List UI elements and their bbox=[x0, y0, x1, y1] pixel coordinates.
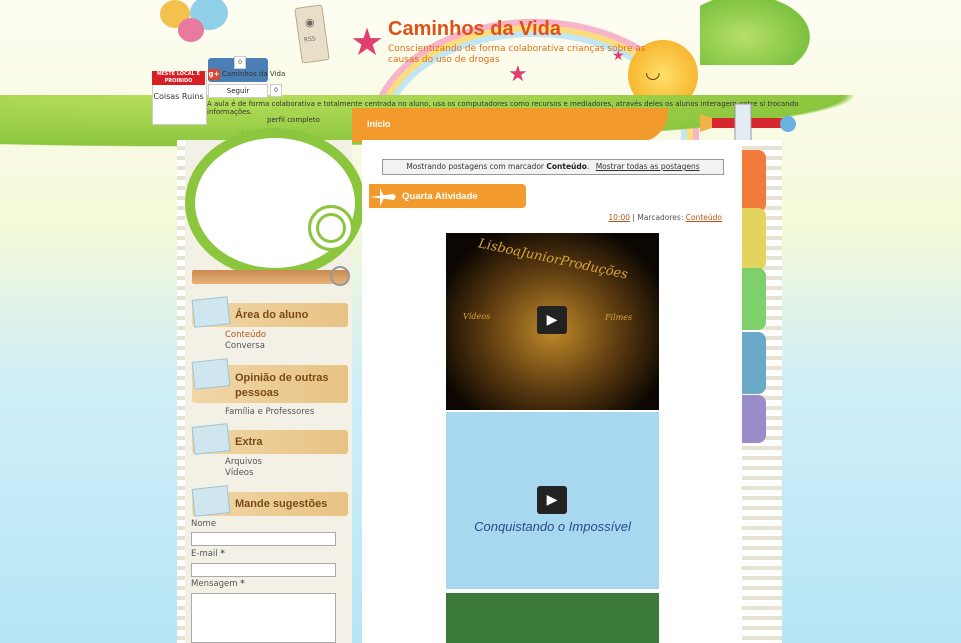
post-meta: 10:00 | Marcadores: Conteúdo bbox=[560, 213, 722, 222]
video-embed[interactable] bbox=[446, 593, 659, 643]
side-tab-purple[interactable] bbox=[742, 395, 766, 443]
post-labels-prefix: | Marcadores: bbox=[632, 213, 684, 222]
required-mark: * bbox=[220, 549, 225, 559]
gplus-icon[interactable]: g+ bbox=[208, 69, 220, 80]
video-title-text: Conquistando o Impossível bbox=[474, 519, 631, 534]
widget-title: Extra bbox=[235, 436, 263, 448]
nav-home-link[interactable]: Início bbox=[367, 119, 391, 129]
balloon-icon bbox=[178, 18, 204, 42]
magnifier-icon bbox=[330, 266, 350, 286]
email-label-text: E-mail bbox=[191, 549, 218, 559]
message-field[interactable] bbox=[191, 593, 336, 643]
map-icon bbox=[191, 485, 231, 517]
message-prefix: Mostrando postagens com marcador bbox=[406, 162, 544, 171]
gplus-page-name[interactable]: Caminhos da Vida bbox=[222, 70, 285, 78]
rss-icon: ◉ bbox=[305, 16, 315, 29]
welcome-frame bbox=[185, 128, 365, 278]
profile-link[interactable]: perfil completo bbox=[267, 116, 320, 124]
post-label-link[interactable]: Conteúdo bbox=[686, 213, 722, 222]
map-icon bbox=[191, 296, 231, 328]
badge-text: Coisas Ruins bbox=[153, 92, 204, 101]
nav-bar bbox=[352, 108, 668, 142]
follow-count: 0 bbox=[270, 84, 282, 97]
sidebar-link-arquivos[interactable]: Arquivos bbox=[225, 457, 262, 467]
widget-title: Mande sugestões bbox=[235, 498, 328, 510]
side-tab-orange[interactable] bbox=[742, 150, 766, 212]
gplus-count-top: 0 bbox=[234, 56, 246, 69]
leaf-decoration bbox=[700, 0, 810, 65]
label-filter-message: Mostrando postagens com marcador Conteúd… bbox=[382, 159, 724, 175]
pencil-divider bbox=[192, 270, 348, 284]
widget-title: Área do aluno bbox=[235, 309, 309, 321]
badge-heading: NESTE LOCAL É PROIBIDO bbox=[152, 71, 205, 85]
circles-decoration bbox=[308, 205, 354, 251]
email-label: E-mail * bbox=[191, 549, 225, 559]
email-field[interactable] bbox=[191, 563, 336, 577]
show-all-link[interactable]: Mostrar todas as postagens bbox=[596, 162, 700, 171]
sidebar-link-videos[interactable]: Vídeos bbox=[225, 468, 253, 478]
video-right-text: Filmes bbox=[605, 313, 633, 322]
name-label: Nome bbox=[191, 519, 217, 529]
site-title[interactable]: Caminhos da Vida bbox=[388, 18, 561, 41]
message-label-text: Mensagem bbox=[191, 579, 238, 589]
side-tab-green[interactable] bbox=[742, 268, 766, 330]
rss-tag[interactable] bbox=[294, 4, 330, 64]
star-icon: ★ bbox=[350, 20, 385, 64]
widget-title: Opinião de outras pessoas bbox=[235, 372, 329, 399]
side-tab-blue[interactable] bbox=[742, 332, 766, 394]
post-time-link[interactable]: 10:00 bbox=[608, 213, 630, 222]
message-label: Mensagem * bbox=[191, 579, 245, 589]
welcome-label: WELCOME bbox=[237, 127, 307, 141]
sidebar-link-conteudo[interactable]: Conteúdo bbox=[225, 330, 266, 340]
follow-button[interactable]: Seguir bbox=[208, 84, 268, 98]
side-tab-yellow[interactable] bbox=[742, 208, 766, 270]
video-left-text: Vídeos bbox=[463, 312, 491, 321]
play-icon[interactable]: ▶ bbox=[537, 306, 567, 334]
play-icon[interactable]: ▶ bbox=[537, 486, 567, 514]
sidebar-link-conversa[interactable]: Conversa bbox=[225, 341, 265, 351]
site-subtitle: Conscientizando de forma colaborativa cr… bbox=[388, 44, 646, 65]
required-mark: * bbox=[240, 579, 245, 589]
sidebar-link-familia[interactable]: Família e Professores bbox=[225, 407, 314, 417]
message-label: Conteúdo bbox=[546, 162, 587, 171]
map-icon bbox=[191, 423, 231, 455]
post-title[interactable]: Quarta Atividade bbox=[402, 191, 478, 202]
name-field[interactable] bbox=[191, 532, 336, 546]
map-icon bbox=[191, 358, 231, 390]
airplane-small-icon bbox=[370, 188, 396, 206]
sidebar-edge bbox=[177, 140, 185, 643]
